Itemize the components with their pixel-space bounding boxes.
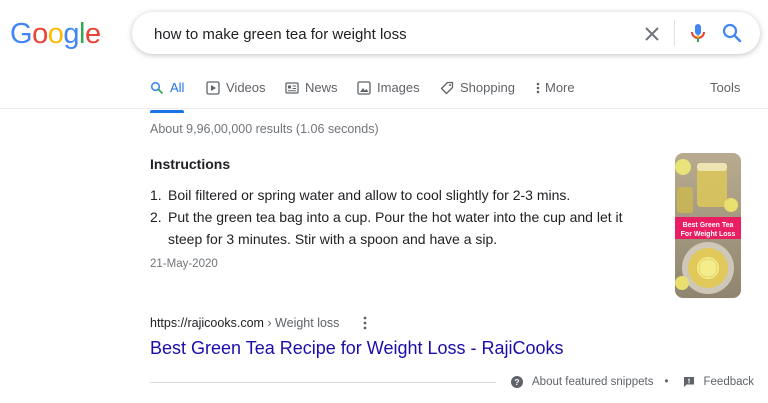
search-icon (722, 23, 742, 43)
search-button[interactable] (720, 21, 744, 45)
tab-shopping[interactable]: Shopping (440, 80, 515, 108)
tab-label: Shopping (460, 80, 515, 95)
mic-icon (691, 24, 705, 42)
logo-letter: G (10, 18, 33, 50)
feedback-link[interactable]: Feedback (704, 376, 755, 388)
tab-images[interactable]: Images (357, 80, 420, 108)
clear-button[interactable] (640, 22, 664, 46)
footer-bullet: • (664, 376, 669, 388)
tab-all[interactable]: All (150, 80, 185, 113)
more-vert-icon (363, 316, 367, 330)
result-url[interactable]: https://rajicooks.com › Weight loss (150, 316, 339, 330)
footer-divider (150, 382, 496, 383)
feedback-icon (683, 377, 694, 387)
snippet-footer: ? About featured snippets • Feedback (511, 374, 754, 390)
snippet-date: 21-May-2020 (150, 258, 218, 270)
step-text: Boil filtered or spring water and allow … (168, 187, 571, 203)
snippet-thumbnail[interactable]: Best Green Tea For Weight Loss (675, 153, 741, 298)
result-domain: https://rajicooks.com (150, 316, 264, 330)
logo-letter: o (32, 18, 48, 50)
snippet-heading: Instructions (150, 156, 231, 172)
play-icon (206, 81, 220, 95)
result-options-button[interactable] (361, 315, 369, 331)
green-tea-image: Best Green Tea For Weight Loss (675, 153, 741, 298)
close-icon (645, 27, 659, 41)
result-title-link[interactable]: Best Green Tea Recipe for Weight Loss - … (150, 338, 564, 359)
thumbnail-caption-line2: For Weight Loss (681, 231, 736, 238)
header-divider (0, 108, 768, 109)
image-icon (357, 81, 371, 95)
tab-videos[interactable]: Videos (206, 80, 266, 108)
tab-label: News (305, 80, 338, 95)
tab-label: Images (377, 80, 420, 95)
help-icon: ? (511, 376, 523, 388)
result-stats: About 9,96,00,000 results (1.06 seconds) (150, 122, 379, 136)
search-box (132, 12, 760, 54)
voice-search-button[interactable] (686, 21, 710, 45)
tab-label: All (170, 80, 185, 95)
news-icon (285, 82, 299, 94)
tab-label: More (545, 80, 575, 95)
logo-letter: e (84, 18, 101, 50)
search-icon (150, 81, 163, 94)
step-number: 1. (150, 187, 162, 203)
thumbnail-caption-line1: Best Green Tea (683, 222, 734, 229)
snippet-step: 2. Put the green tea bag into a cup. Pou… (150, 206, 650, 250)
google-logo[interactable]: Google (10, 18, 101, 51)
about-featured-snippets-link[interactable]: About featured snippets (532, 376, 653, 388)
logo-letter: o (47, 18, 64, 50)
snippet-step: 1. Boil filtered or spring water and all… (150, 184, 650, 206)
step-text: Put the green tea bag into a cup. Pour t… (168, 209, 623, 247)
step-number: 2. (150, 209, 162, 225)
tag-icon (440, 81, 454, 95)
snippet-steps: 1. Boil filtered or spring water and all… (150, 184, 650, 250)
tab-news[interactable]: News (285, 80, 338, 108)
more-vert-icon (536, 82, 540, 94)
svg-text:?: ? (514, 377, 519, 387)
logo-letter: g (63, 18, 79, 50)
tab-more[interactable]: More (535, 80, 575, 108)
search-divider (674, 20, 675, 46)
tools-button[interactable]: Tools (710, 80, 740, 95)
breadcrumb-separator: › (263, 316, 276, 330)
tab-label: Videos (226, 80, 266, 95)
search-input[interactable] (152, 22, 626, 46)
breadcrumb-path: Weight loss (275, 316, 340, 330)
